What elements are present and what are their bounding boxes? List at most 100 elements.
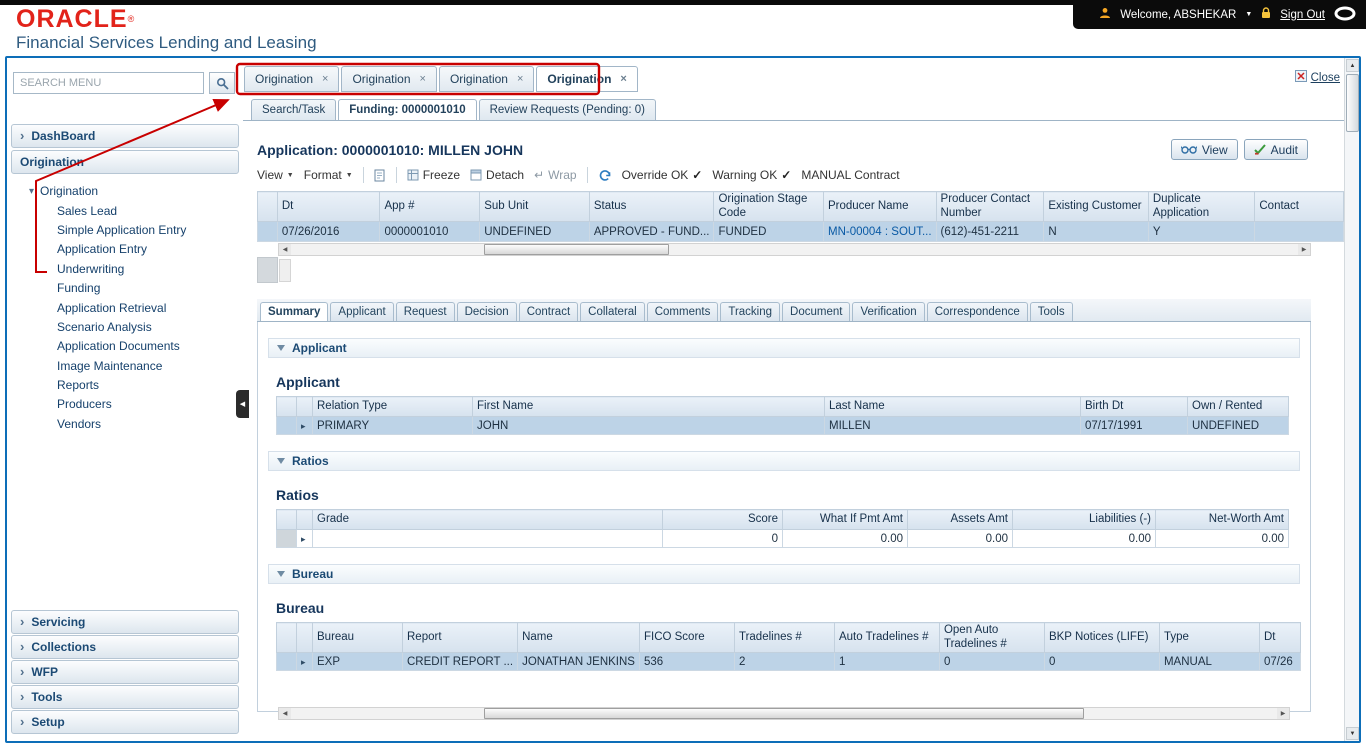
scrollbar-thumb[interactable] bbox=[1346, 74, 1359, 132]
table-row[interactable]: ▸ PRIMARY JOHN MILLEN 07/17/1991 UNDEFIN… bbox=[276, 416, 1289, 435]
tab-close-icon[interactable]: × bbox=[620, 73, 626, 85]
section-header-ratios[interactable]: Ratios bbox=[268, 451, 1300, 471]
view-button[interactable]: View bbox=[1170, 139, 1238, 160]
column-header[interactable]: Duplicate Application bbox=[1147, 191, 1256, 222]
search-input[interactable] bbox=[13, 72, 204, 94]
scrollbar-thumb[interactable] bbox=[484, 244, 669, 255]
tab-verification[interactable]: Verification bbox=[852, 302, 925, 321]
tree-item-reports[interactable]: Reports bbox=[29, 375, 243, 394]
sidebar-item-collections[interactable]: › Collections bbox=[11, 635, 239, 659]
column-header[interactable]: Report bbox=[401, 622, 519, 653]
expand-chevron-icon[interactable]: ▸ bbox=[301, 421, 306, 431]
freeze-button[interactable]: Freeze bbox=[407, 168, 460, 182]
sidebar-item-dashboard[interactable]: › DashBoard bbox=[11, 124, 239, 148]
tab-funding[interactable]: Funding: 0000001010 bbox=[338, 99, 477, 120]
warning-ok-checkbox[interactable]: ✓ bbox=[781, 168, 791, 182]
panel-horizontal-scrollbar[interactable]: ◀ ▶ bbox=[278, 707, 1290, 720]
column-header[interactable]: Net-Worth Amt bbox=[1155, 509, 1289, 530]
tab-contract[interactable]: Contract bbox=[518, 302, 579, 321]
tab-close-icon[interactable]: × bbox=[517, 73, 523, 85]
tab-search-task[interactable]: Search/Task bbox=[251, 99, 337, 120]
tab-origination-2[interactable]: Origination × bbox=[341, 66, 437, 92]
column-header[interactable]: Existing Customer bbox=[1043, 191, 1149, 222]
row-selector-cell[interactable] bbox=[257, 221, 278, 242]
tree-item-scenario-analysis[interactable]: Scenario Analysis bbox=[29, 317, 243, 336]
column-header[interactable]: Producer Contact Number bbox=[935, 191, 1045, 222]
row-selector-cell[interactable] bbox=[276, 416, 297, 435]
tree-item-application-documents[interactable]: Application Documents bbox=[29, 337, 243, 356]
tab-close-icon[interactable]: × bbox=[420, 73, 426, 85]
tree-expand-icon[interactable]: ▾ bbox=[29, 186, 34, 197]
section-header-bureau[interactable]: Bureau bbox=[268, 564, 1300, 584]
tab-origination-1[interactable]: Origination × bbox=[244, 66, 340, 92]
column-header[interactable]: Bureau bbox=[312, 622, 403, 653]
scroll-right-icon[interactable]: ▶ bbox=[1298, 244, 1310, 255]
tree-item-vendors[interactable]: Vendors bbox=[29, 414, 243, 433]
column-header[interactable]: Type bbox=[1158, 622, 1260, 653]
detach-button[interactable]: Detach bbox=[470, 168, 524, 182]
tab-correspondence[interactable]: Correspondence bbox=[926, 302, 1028, 321]
tab-close-icon[interactable]: × bbox=[322, 73, 328, 85]
welcome-menu[interactable]: Welcome, ABSHEKAR bbox=[1120, 9, 1236, 21]
tab-comments[interactable]: Comments bbox=[646, 302, 719, 321]
search-button[interactable] bbox=[209, 72, 235, 94]
column-header[interactable]: Open Auto Tradelines # bbox=[938, 622, 1045, 653]
view-menu[interactable]: View ▼ bbox=[257, 168, 294, 182]
tree-root-origination[interactable]: ▾ Origination bbox=[29, 181, 243, 201]
expand-chevron-icon[interactable]: ▸ bbox=[301, 657, 306, 667]
table-row[interactable]: ▸ EXP CREDIT REPORT ... JONATHAN JENKINS… bbox=[276, 652, 1301, 671]
format-menu[interactable]: Format ▼ bbox=[304, 168, 353, 182]
column-header[interactable]: Auto Tradelines # bbox=[833, 622, 940, 653]
tab-tracking[interactable]: Tracking bbox=[720, 302, 781, 321]
wrap-button[interactable]: ↵ Wrap bbox=[534, 168, 577, 182]
column-header[interactable]: Assets Amt bbox=[907, 509, 1013, 530]
column-header[interactable]: Name bbox=[517, 622, 640, 653]
tree-item-underwriting[interactable]: Underwriting bbox=[29, 259, 243, 278]
column-header[interactable]: Tradelines # bbox=[733, 622, 835, 653]
column-header[interactable]: Sub Unit bbox=[479, 191, 590, 222]
sidebar-item-setup[interactable]: › Setup bbox=[11, 710, 239, 734]
tree-item-application-entry[interactable]: Application Entry bbox=[29, 240, 243, 259]
column-header[interactable]: What If Pmt Amt bbox=[782, 509, 908, 530]
sidebar-item-wfp[interactable]: › WFP bbox=[11, 660, 239, 684]
column-header[interactable]: First Name bbox=[472, 396, 825, 417]
row-expand-cell[interactable]: ▸ bbox=[296, 652, 313, 671]
audit-button[interactable]: Audit bbox=[1243, 139, 1308, 160]
tab-review-requests[interactable]: Review Requests (Pending: 0) bbox=[478, 99, 656, 120]
scroll-up-icon[interactable]: ▲ bbox=[1346, 59, 1359, 72]
scroll-right-icon[interactable]: ▶ bbox=[1277, 708, 1289, 719]
tree-item-application-retrieval[interactable]: Application Retrieval bbox=[29, 298, 243, 317]
vertical-scrollbar[interactable]: ▲ ▼ bbox=[1344, 58, 1359, 741]
row-expand-cell[interactable]: ▸ bbox=[296, 416, 313, 435]
tab-applicant[interactable]: Applicant bbox=[330, 302, 394, 321]
row-selector-cell[interactable] bbox=[276, 652, 297, 671]
row-selector-cell[interactable] bbox=[276, 529, 297, 548]
column-header[interactable]: Origination Stage Code bbox=[713, 191, 824, 222]
table-row[interactable]: 07/26/2016 0000001010 UNDEFINED APPROVED… bbox=[257, 221, 1344, 242]
column-header[interactable]: App # bbox=[379, 191, 481, 222]
section-header-applicant[interactable]: Applicant bbox=[268, 338, 1300, 358]
sidebar-item-tools[interactable]: › Tools bbox=[11, 685, 239, 709]
tab-collateral[interactable]: Collateral bbox=[580, 302, 645, 321]
tab-summary[interactable]: Summary bbox=[260, 302, 329, 321]
tree-item-producers[interactable]: Producers bbox=[29, 395, 243, 414]
sidebar-item-servicing[interactable]: › Servicing bbox=[11, 610, 239, 634]
column-header[interactable]: Producer Name bbox=[823, 191, 937, 222]
scroll-left-icon[interactable]: ◀ bbox=[279, 708, 291, 719]
override-ok-checkbox[interactable]: ✓ bbox=[692, 168, 702, 182]
column-header[interactable]: Birth Dt bbox=[1080, 396, 1188, 417]
column-header[interactable]: Contact bbox=[1254, 191, 1344, 222]
column-header[interactable]: Status bbox=[588, 191, 715, 222]
tab-tools[interactable]: Tools bbox=[1029, 302, 1073, 321]
row-expand-cell[interactable]: ▸ bbox=[296, 529, 313, 548]
column-header[interactable]: Dt bbox=[276, 191, 381, 222]
tab-document[interactable]: Document bbox=[782, 302, 851, 321]
table-row[interactable]: ▸ 0 0.00 0.00 0.00 0.00 bbox=[276, 529, 1289, 548]
tree-item-simple-application-entry[interactable]: Simple Application Entry bbox=[29, 220, 243, 239]
scrollbar-thumb[interactable] bbox=[484, 708, 1084, 719]
export-button[interactable] bbox=[374, 169, 386, 182]
column-header[interactable]: Liabilities (-) bbox=[1012, 509, 1156, 530]
tab-decision[interactable]: Decision bbox=[456, 302, 517, 321]
tree-item-sales-lead[interactable]: Sales Lead bbox=[29, 201, 243, 220]
column-header[interactable]: Grade bbox=[312, 509, 663, 530]
